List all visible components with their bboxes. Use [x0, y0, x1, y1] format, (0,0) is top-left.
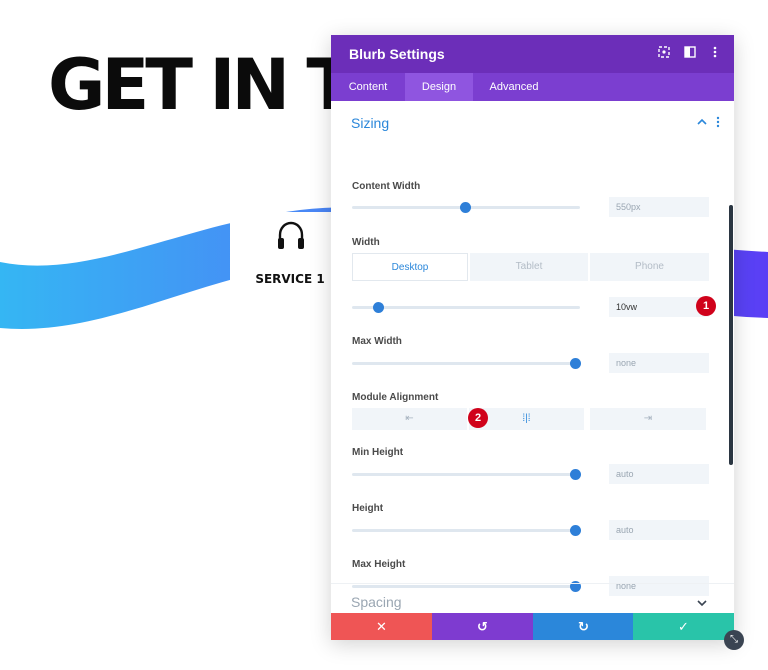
- device-tab-desktop[interactable]: Desktop: [352, 253, 468, 281]
- modal-footer: ✕ ↺ ↻ ✓: [331, 613, 734, 640]
- settings-tabs: Content Design Advanced: [331, 73, 734, 101]
- content-width-slider[interactable]: [352, 202, 580, 213]
- min-height-slider[interactable]: [352, 469, 581, 480]
- settings-content: Sizing Content Width 550px Width Desktop…: [331, 101, 734, 613]
- undo-button[interactable]: ↺: [432, 613, 533, 640]
- left-align-icon: ⇤: [405, 413, 414, 424]
- right-align-icon: ⇥: [643, 413, 653, 424]
- height-label: Height: [352, 503, 384, 514]
- modal-title: Blurb Settings: [349, 46, 445, 62]
- section-title-spacing[interactable]: Spacing: [351, 594, 402, 610]
- tab-advanced[interactable]: Advanced: [473, 73, 555, 101]
- device-tab-tablet[interactable]: Tablet: [470, 253, 588, 281]
- redo-button[interactable]: ↻: [533, 613, 634, 640]
- content-width-knob[interactable]: [460, 202, 471, 213]
- modal-header: Blurb Settings: [331, 35, 734, 73]
- width-slider[interactable]: [352, 302, 580, 313]
- scrollbar[interactable]: [729, 205, 733, 465]
- align-left-button[interactable]: ⇤: [352, 408, 467, 430]
- max-height-label: Max Height: [352, 559, 406, 570]
- more-vertical-icon[interactable]: [707, 46, 723, 62]
- resize-handle-icon[interactable]: ⤡: [724, 630, 744, 650]
- module-alignment-label: Module Alignment: [352, 392, 439, 403]
- min-height-input[interactable]: auto: [609, 464, 709, 484]
- module-alignment-group: ⇤ ⁞|⁞ ⇥: [352, 408, 709, 430]
- max-width-slider[interactable]: [352, 358, 581, 369]
- close-icon: ✕: [376, 619, 387, 634]
- chevron-up-icon[interactable]: [697, 118, 707, 126]
- device-tab-phone[interactable]: Phone: [590, 253, 709, 281]
- max-width-label: Max Width: [352, 336, 402, 347]
- align-right-button[interactable]: ⇥: [590, 408, 706, 430]
- device-tabs: Desktop Tablet Phone: [352, 253, 709, 281]
- section-title-sizing[interactable]: Sizing: [351, 115, 389, 131]
- min-height-knob[interactable]: [570, 469, 581, 480]
- annotation-badge-2: 2: [468, 408, 488, 428]
- height-input[interactable]: auto: [609, 520, 709, 540]
- width-input[interactable]: 10vw: [609, 297, 709, 317]
- cancel-button[interactable]: ✕: [331, 613, 432, 640]
- screenshot-icon[interactable]: [656, 46, 672, 62]
- split-view-icon[interactable]: [682, 46, 698, 62]
- content-width-label: Content Width: [352, 181, 421, 192]
- content-width-input[interactable]: 550px: [609, 197, 709, 217]
- undo-icon: ↺: [477, 619, 488, 634]
- save-button[interactable]: ✓: [633, 613, 734, 640]
- min-height-label: Min Height: [352, 447, 404, 458]
- width-knob[interactable]: [373, 302, 384, 313]
- chevron-down-icon[interactable]: [697, 599, 707, 607]
- height-knob[interactable]: [570, 525, 581, 536]
- max-width-input[interactable]: none: [609, 353, 709, 373]
- section-spacing[interactable]: Spacing: [331, 583, 734, 614]
- redo-icon: ↻: [578, 619, 589, 634]
- settings-modal: Blurb Settings Content Design Advanced S…: [331, 35, 734, 640]
- tab-design[interactable]: Design: [405, 73, 473, 101]
- max-width-knob[interactable]: [570, 358, 581, 369]
- section-more-icon[interactable]: [716, 116, 720, 128]
- annotation-badge-1: 1: [696, 296, 716, 316]
- headphones-icon: [278, 221, 304, 249]
- height-slider[interactable]: [352, 525, 581, 536]
- width-label: Width: [352, 237, 380, 248]
- center-align-icon: ⁞|⁞: [522, 413, 531, 424]
- check-icon: ✓: [678, 619, 689, 634]
- tab-content[interactable]: Content: [331, 73, 405, 101]
